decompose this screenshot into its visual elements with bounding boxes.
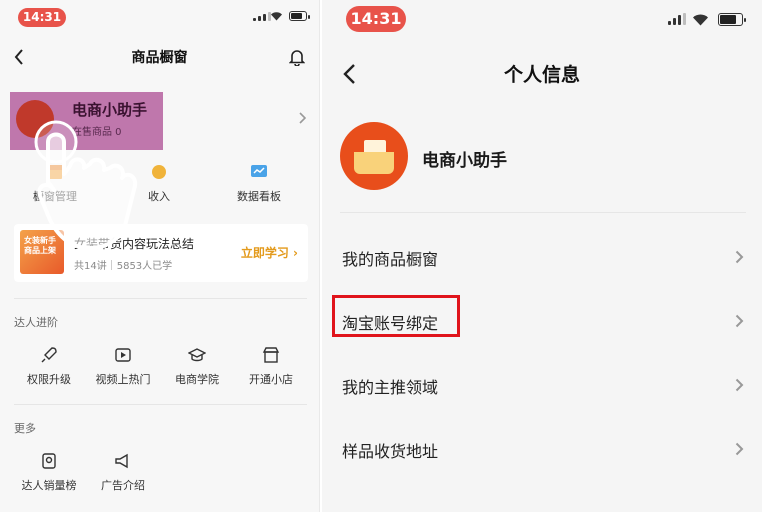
page-title: 个人信息 — [503, 63, 580, 86]
status-bar: 14:31 — [0, 0, 319, 36]
megaphone-icon — [115, 453, 128, 469]
user-subtitle: 在售商品 0 — [72, 127, 122, 138]
section-title-more: 更多 — [14, 422, 36, 435]
chevron-right-icon — [735, 250, 744, 264]
profile-header[interactable]: 电商小助手 — [322, 112, 762, 202]
wifi-icon — [693, 14, 708, 26]
course-thumb-text: 女装新手 商品上架 — [24, 236, 56, 255]
tool-label: 收入 — [148, 190, 170, 203]
menu-item-label: 淘宝账号绑定 — [342, 314, 439, 333]
battery-icon — [289, 11, 310, 21]
avatar — [16, 100, 54, 138]
item-ad-intro[interactable]: 广告介绍 — [86, 452, 160, 493]
more-grid: 达人销量榜 广告介绍 — [12, 452, 308, 502]
user-name: 电商小助手 — [72, 101, 148, 119]
item-label: 达人销量榜 — [21, 479, 77, 492]
signal-icon — [253, 12, 271, 21]
divider — [14, 404, 307, 405]
menu-item-main-field[interactable]: 我的主推领域 — [322, 356, 762, 412]
item-open-store[interactable]: 开通小店 — [234, 346, 308, 387]
item-permission-upgrade[interactable]: 权限升级 — [12, 346, 86, 387]
chevron-right-icon — [735, 442, 744, 456]
back-arrow-icon[interactable] — [342, 63, 356, 85]
course-title: 女装带货内容玩法总结 — [74, 237, 195, 251]
bell-icon[interactable] — [289, 48, 305, 66]
profile-name: 电商小助手 — [422, 151, 507, 171]
course-meta: 共14讲｜5853人已学 — [74, 261, 173, 272]
status-time: 14:31 — [346, 6, 406, 32]
page-title: 商品橱窗 — [131, 50, 188, 66]
divider — [340, 212, 746, 213]
signal-icon — [668, 13, 686, 25]
tool-label: 橱窗管理 — [33, 190, 77, 203]
nav-bar: 个人信息 — [322, 52, 762, 94]
item-label: 视频上热门 — [95, 373, 151, 386]
tools-grid: 橱窗管理 收入 数据看板 — [10, 164, 308, 214]
menu-item-my-showcase[interactable]: 我的商品橱窗 — [322, 228, 762, 284]
menu-item-label: 我的商品橱窗 — [342, 250, 439, 269]
avatar-cart-graphic — [354, 152, 394, 174]
item-ecommerce-academy[interactable]: 电商学院 — [160, 346, 234, 387]
store-icon — [262, 347, 280, 363]
item-video-hot[interactable]: 视频上热门 — [86, 346, 160, 387]
tool-label: 数据看板 — [237, 190, 281, 203]
item-label: 开通小店 — [249, 373, 293, 386]
learn-now-button[interactable]: 立即学习 › — [241, 244, 298, 261]
item-label: 电商学院 — [175, 373, 219, 386]
user-card[interactable]: 电商小助手 在售商品 0 — [10, 92, 308, 152]
status-bar: 14:31 — [322, 0, 762, 36]
shop-icon — [47, 165, 63, 179]
tool-data-board[interactable]: 数据看板 — [214, 164, 304, 204]
item-label: 广告介绍 — [101, 479, 145, 492]
item-sales-ranking[interactable]: 达人销量榜 — [12, 452, 86, 493]
income-icon — [152, 165, 166, 179]
video-icon — [115, 348, 131, 362]
rocket-icon — [41, 347, 57, 363]
divider — [14, 298, 307, 299]
chart-icon — [251, 165, 267, 177]
chevron-right-icon — [735, 314, 744, 328]
nav-bar: 商品橱窗 — [0, 40, 319, 74]
back-arrow-icon[interactable] — [14, 49, 24, 65]
menu-item-sample-address[interactable]: 样品收货地址 — [322, 420, 762, 476]
left-screen: 14:31 商品橱窗 电商小助手 在售商品 0 橱窗管理 收入 数据看板 女装新… — [0, 0, 320, 512]
chevron-right-icon — [299, 112, 306, 124]
tool-window-manage[interactable]: 橱窗管理 — [10, 164, 100, 204]
wifi-icon — [271, 12, 282, 21]
graduation-cap-icon — [188, 348, 206, 362]
right-screen: 14:31 个人信息 电商小助手 我的商品橱窗 淘宝账号绑定 我的主推领域 样品… — [322, 0, 762, 512]
item-label: 权限升级 — [27, 373, 71, 386]
menu-item-label: 样品收货地址 — [342, 442, 439, 461]
tool-income[interactable]: 收入 — [114, 164, 204, 204]
section-title-advance: 达人进阶 — [14, 316, 58, 329]
avatar — [340, 122, 408, 190]
advance-grid: 权限升级 视频上热门 电商学院 开通小店 — [12, 346, 308, 396]
ranking-icon — [42, 453, 56, 469]
status-time: 14:31 — [18, 8, 66, 27]
course-thumbnail: 女装新手 商品上架 — [20, 230, 64, 274]
menu-item-label: 我的主推领域 — [342, 378, 439, 397]
course-card[interactable]: 女装新手 商品上架 女装带货内容玩法总结 共14讲｜5853人已学 立即学习 › — [14, 224, 308, 282]
menu-item-taobao-binding[interactable]: 淘宝账号绑定 — [322, 292, 762, 348]
chevron-right-icon — [735, 378, 744, 392]
battery-icon — [718, 13, 746, 26]
